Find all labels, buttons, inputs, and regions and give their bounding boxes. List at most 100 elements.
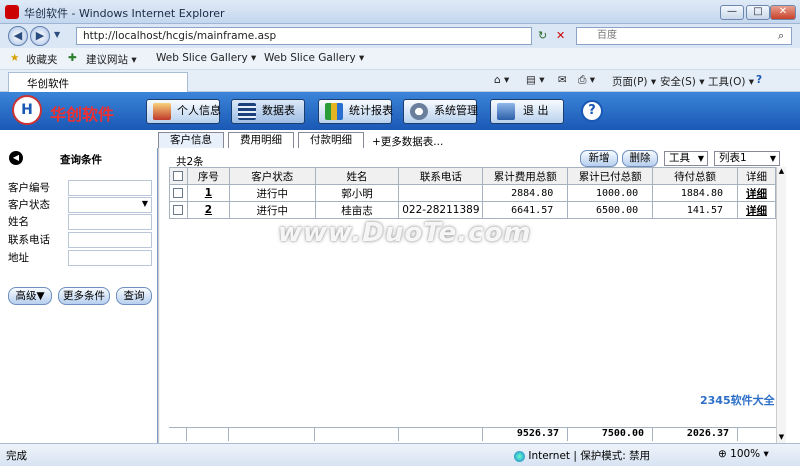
fav-link-suggested[interactable]: 建议网站 ▾ (86, 52, 137, 67)
grid-vertical-scrollbar[interactable]: ▲ ▼ (776, 167, 786, 443)
fav-link-web-slice-1[interactable]: Web Slice Gallery ▾ (156, 52, 256, 64)
row-status: 进行中 (228, 184, 316, 202)
totals-cell (315, 427, 399, 441)
nav-stats-report-button[interactable]: 统计报表 (318, 99, 393, 124)
nav-logout-button[interactable]: 退 出 (490, 99, 564, 124)
row-paid: 1000.00 (567, 184, 654, 202)
page-menu[interactable]: 页面(P) ▾ (612, 74, 656, 89)
chart-icon (325, 103, 343, 120)
advanced-button[interactable]: 高级▼ (8, 287, 52, 305)
subtab-customer-info[interactable]: 客户信息 (158, 132, 224, 148)
table-row[interactable]: 2 进行中 桂亩志 022-28211389 6641.57 6500.00 1… (169, 201, 776, 219)
table-row[interactable]: 1 进行中 郭小明 2884.80 1000.00 1884.80 详细 (169, 184, 776, 202)
favorites-star-icon[interactable]: ★ (10, 52, 19, 64)
select-all-checkbox[interactable] (169, 167, 188, 185)
row-detail-link[interactable]: 详细 (737, 184, 776, 202)
row-checkbox[interactable] (169, 184, 188, 202)
history-dropdown-icon[interactable]: ▼ (54, 30, 60, 39)
row-total: 2884.80 (482, 184, 569, 202)
corner-watermark: 2345软件大全 (700, 394, 775, 407)
row-due: 141.57 (652, 201, 738, 219)
collapse-panel-icon[interactable]: ◀ (9, 151, 23, 165)
browser-tab[interactable]: 华创软件 (8, 72, 188, 92)
field-label-phone: 联系电话 (8, 232, 68, 248)
col-header-paid[interactable]: 累计已付总额 (567, 167, 654, 185)
chevron-down-icon: ▼ (769, 154, 776, 163)
total-sum: 9526.37 (483, 427, 568, 441)
subtab-payment-detail[interactable]: 付款明细 (298, 132, 364, 148)
chevron-down-icon: ▼ (697, 154, 704, 163)
col-header-no[interactable]: 序号 (186, 167, 230, 185)
row-no-link[interactable]: 1 (186, 184, 230, 202)
row-total: 6641.57 (482, 201, 569, 219)
totals-cell (399, 427, 483, 441)
search-icon[interactable]: ⌕ (778, 29, 784, 43)
search-input[interactable]: 百度 (576, 27, 792, 45)
col-header-name[interactable]: 姓名 (314, 167, 400, 185)
col-header-due[interactable]: 待付总额 (652, 167, 738, 185)
user-icon (153, 103, 171, 120)
minimize-button[interactable]: — (720, 5, 744, 20)
field-label-name: 姓名 (8, 214, 68, 230)
customer-status-select[interactable]: ▼ (68, 197, 152, 213)
col-header-status[interactable]: 客户状态 (228, 167, 316, 185)
print-icon[interactable]: ⎙ ▾ (578, 74, 595, 87)
phone-input[interactable] (68, 232, 152, 248)
nav-system-admin-button[interactable]: 系统管理 (403, 99, 478, 124)
row-phone: 022-28211389 (398, 201, 484, 219)
more-conditions-button[interactable]: 更多条件 (58, 287, 110, 305)
close-button[interactable]: ✕ (770, 5, 796, 20)
safety-menu[interactable]: 安全(S) ▾ (660, 74, 704, 89)
app-header: H 华创软件 个人信息 数据表 统计报表 系统管理 退 出 (0, 92, 800, 130)
row-detail-link[interactable]: 详细 (737, 201, 776, 219)
home-icon[interactable]: ⌂ ▾ (494, 74, 509, 86)
subtab-more[interactable]: +更多数据表... (372, 134, 443, 149)
nav-personal-info-button[interactable]: 个人信息 (146, 99, 221, 124)
back-button[interactable]: ◀ (8, 26, 28, 46)
status-bar (0, 443, 800, 466)
list-view-dropdown[interactable]: 列表1 ▼ (714, 151, 780, 166)
add-favorite-icon[interactable]: ✚ (68, 52, 77, 64)
subtab-expense-detail[interactable]: 费用明细 (228, 132, 294, 148)
refresh-icon[interactable]: ↻ (538, 29, 547, 42)
favorites-button[interactable]: 收藏夹 (26, 52, 58, 67)
name-input[interactable] (68, 214, 152, 230)
col-header-total[interactable]: 累计费用总额 (482, 167, 569, 185)
window-title: 华创软件 - Windows Internet Explorer (24, 7, 225, 20)
help-menu[interactable]: ? (756, 74, 762, 86)
query-button[interactable]: 查询 (116, 287, 152, 305)
url-input[interactable]: http://localhost/hcgis/mainframe.asp (76, 27, 532, 45)
status-text: 完成 (6, 450, 27, 462)
zoom-control[interactable]: ⊕ 100% ▾ (718, 448, 769, 460)
maximize-button[interactable]: □ (746, 5, 770, 20)
row-no-link[interactable]: 2 (186, 201, 230, 219)
col-header-phone[interactable]: 联系电话 (398, 167, 484, 185)
forward-button[interactable]: ▶ (30, 26, 50, 46)
customer-table: 序号 客户状态 姓名 联系电话 累计费用总额 累计已付总额 待付总额 详细 1 … (169, 167, 776, 219)
tools-dropdown[interactable]: 工具 ▼ (664, 151, 708, 166)
row-paid: 6500.00 (567, 201, 654, 219)
help-icon[interactable]: ? (581, 100, 603, 122)
due-sum: 2026.37 (653, 427, 738, 441)
nav-data-table-button[interactable]: 数据表 (231, 99, 305, 124)
stop-icon[interactable]: ✕ (556, 29, 565, 42)
totals-cell (229, 427, 315, 441)
customer-no-input[interactable] (68, 180, 152, 196)
paid-sum: 7500.00 (568, 427, 653, 441)
totals-cell (169, 427, 187, 441)
field-label-customer-status: 客户状态 (8, 197, 68, 213)
col-header-detail[interactable]: 详细 (737, 167, 776, 185)
new-button[interactable]: 新增 (580, 150, 618, 167)
scroll-up-icon[interactable]: ▲ (777, 167, 786, 177)
scroll-down-icon[interactable]: ▼ (777, 433, 786, 443)
feeds-icon[interactable]: ▤ ▾ (526, 74, 545, 86)
mail-icon[interactable]: ✉ (558, 74, 567, 86)
watermark: www.DuoTe.com (278, 218, 532, 248)
delete-button[interactable]: 删除 (622, 150, 658, 167)
row-status: 进行中 (228, 201, 316, 219)
fav-link-web-slice-2[interactable]: Web Slice Gallery ▾ (264, 52, 364, 64)
security-zone[interactable]: Internet | 保护模式: 禁用 (514, 448, 650, 463)
tools-menu[interactable]: 工具(O) ▾ (708, 74, 754, 89)
row-checkbox[interactable] (169, 201, 188, 219)
address-input[interactable] (68, 250, 152, 266)
